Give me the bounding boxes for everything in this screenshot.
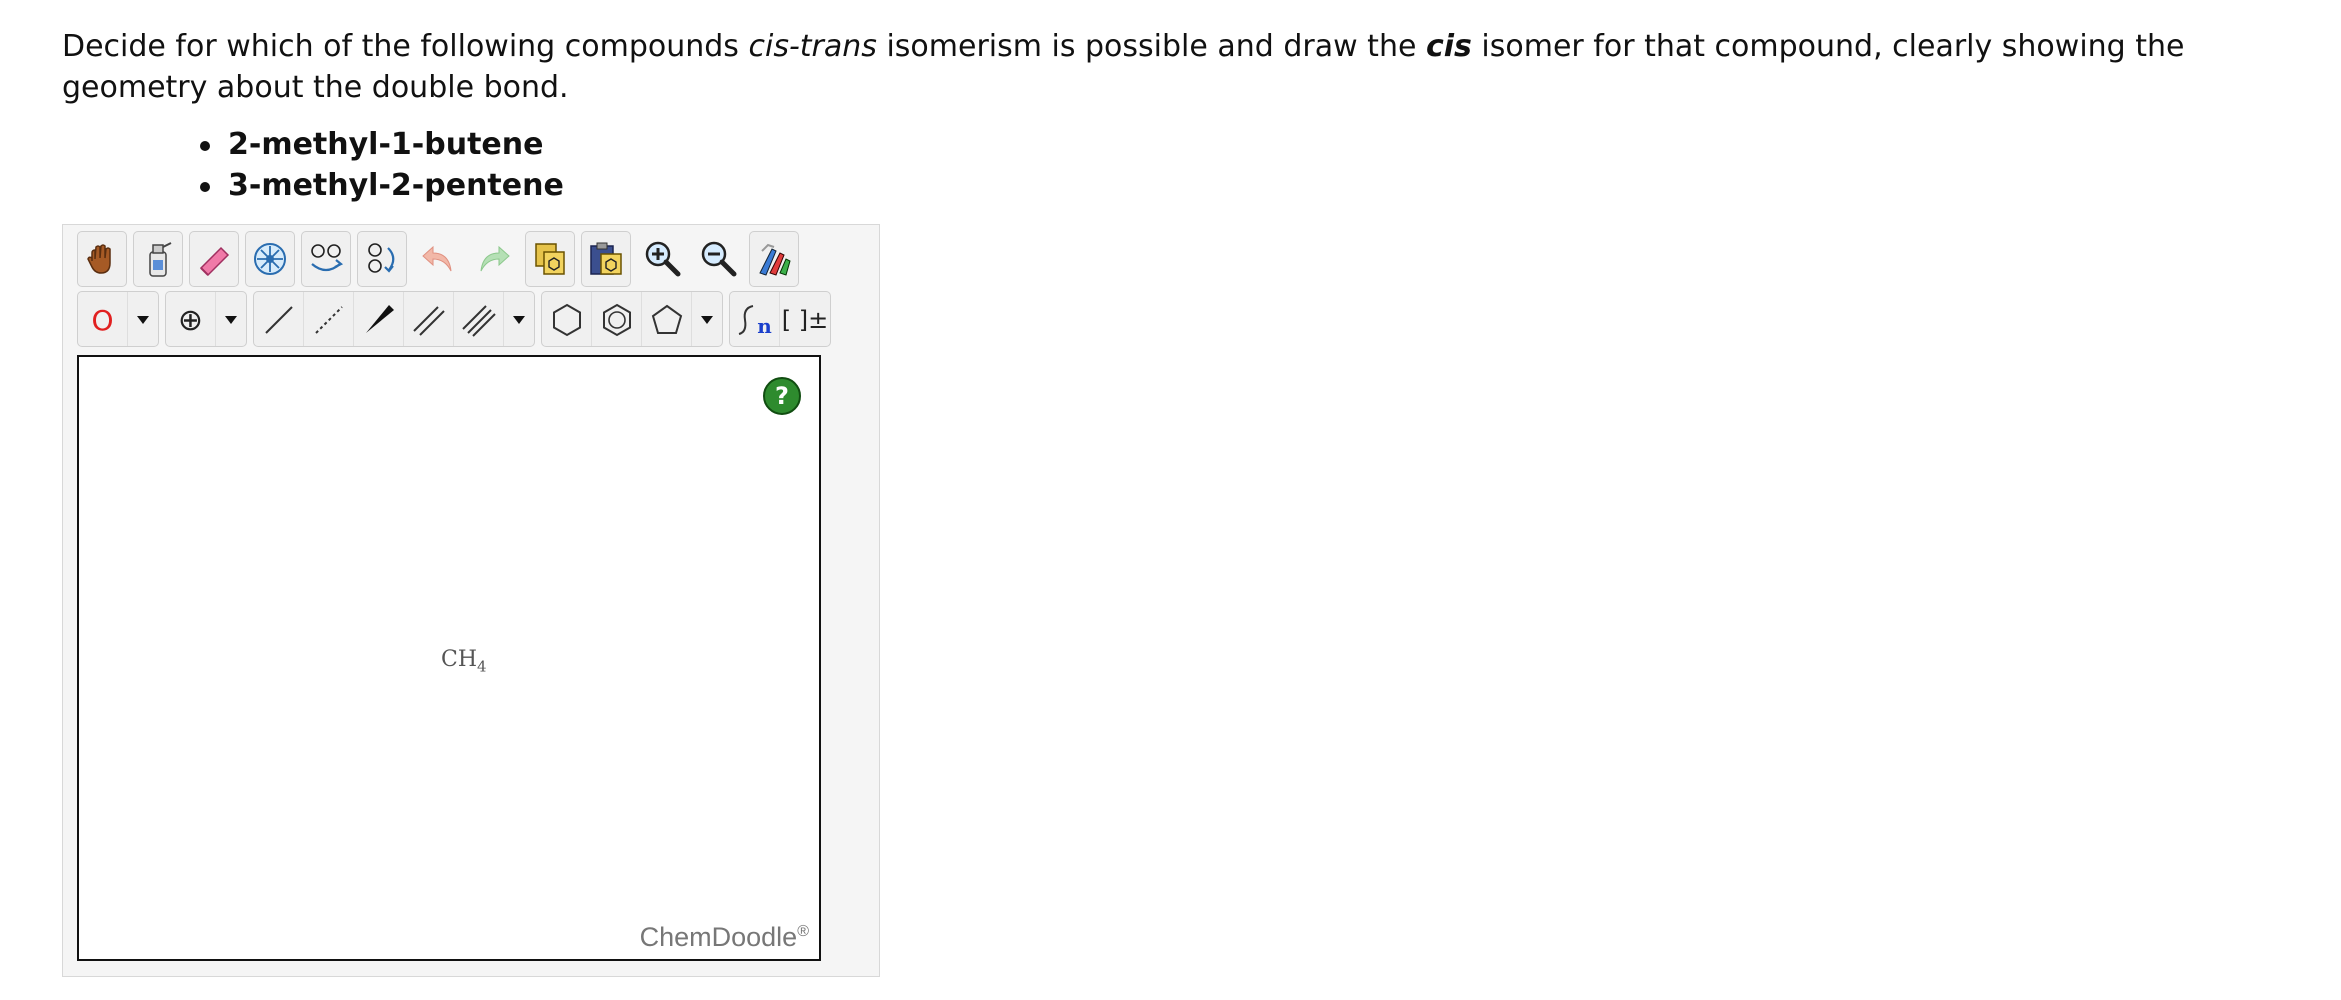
chevron-down-icon xyxy=(701,316,713,324)
hexagon-ring-icon xyxy=(552,303,581,337)
molecule-label[interactable]: CH4 xyxy=(441,647,487,675)
triple-bond-icon xyxy=(461,305,496,337)
cyclohexane-button[interactable] xyxy=(542,292,592,346)
help-button[interactable]: ? xyxy=(763,377,801,415)
list-item: 2-methyl-1-butene xyxy=(190,124,564,165)
triple-bond-button[interactable] xyxy=(454,292,504,346)
charge-icon: ⊕ xyxy=(177,302,204,338)
molecule-formula: CH xyxy=(441,647,478,672)
redo-button[interactable] xyxy=(469,231,519,287)
paste-icon xyxy=(590,242,622,275)
clean-icon xyxy=(759,243,791,276)
cyclopentane-button[interactable] xyxy=(642,292,692,346)
chevron-down-icon xyxy=(513,316,525,324)
atom-dropdown-button[interactable] xyxy=(128,292,158,346)
zoom-out-button[interactable] xyxy=(693,231,743,287)
wedge-bond-icon xyxy=(365,305,394,333)
zoom-in-icon xyxy=(645,241,681,277)
zoom-out-icon xyxy=(701,241,737,277)
bond-dropdown-button[interactable] xyxy=(504,292,534,346)
wedge-bond-button[interactable] xyxy=(354,292,404,346)
brand-text: ChemDoodle xyxy=(639,922,798,952)
repeat-unit-icon xyxy=(738,305,754,335)
flip-icon xyxy=(311,244,344,272)
dashed-bond-button[interactable] xyxy=(304,292,354,346)
atom-label: O xyxy=(91,303,114,337)
benzene-ring-icon xyxy=(602,303,631,337)
eraser-icon xyxy=(199,246,230,277)
drawing-canvas[interactable]: ? CH4 ChemDoodle® xyxy=(77,355,821,961)
copy-icon xyxy=(535,243,565,275)
chemdoodle-brand: ChemDoodle® xyxy=(640,922,809,953)
repeat-unit-button[interactable]: n xyxy=(730,292,780,346)
bracket-charge-icon: [ ]± xyxy=(781,306,829,334)
copy-button[interactable] xyxy=(525,231,575,287)
undo-icon xyxy=(422,245,452,272)
double-bond-button[interactable] xyxy=(404,292,454,346)
atom-button[interactable]: O xyxy=(78,292,128,346)
repeat-unit-label: n xyxy=(757,314,772,338)
question-part-2: isomerism is possible and draw the xyxy=(876,29,1426,64)
question-mark-icon: ? xyxy=(775,382,789,410)
zoom-in-button[interactable] xyxy=(637,231,687,287)
dashed-bond-icon xyxy=(314,306,343,334)
bracket-button[interactable]: [ ]± xyxy=(780,292,830,346)
undo-button[interactable] xyxy=(413,231,463,287)
question-cis-trans: cis-trans xyxy=(748,29,877,64)
paste-button[interactable] xyxy=(581,231,631,287)
toolbar-row-1 xyxy=(77,231,799,291)
atom-tool-group: O xyxy=(77,291,159,347)
ring-dropdown-button[interactable] xyxy=(692,292,722,346)
charge-dropdown-button[interactable] xyxy=(216,292,246,346)
registered-mark: ® xyxy=(797,923,809,940)
rotate-button[interactable] xyxy=(357,231,407,287)
chemdoodle-sketcher: O ⊕ n []± ? CH4 ChemDoodle® xyxy=(62,224,880,977)
single-bond-icon xyxy=(264,306,293,334)
redo-icon xyxy=(480,245,510,272)
question-cis: cis xyxy=(1425,29,1472,64)
pentagon-ring-icon xyxy=(651,304,682,334)
clear-bottle-icon xyxy=(149,242,172,277)
ring-tool-group xyxy=(541,291,723,347)
molecule-subscript: 4 xyxy=(477,657,487,676)
clear-button[interactable] xyxy=(133,231,183,287)
list-item: 3-methyl-2-pentene xyxy=(190,165,564,206)
toolbar-row-2: O ⊕ n []± xyxy=(77,291,831,351)
eraser-button[interactable] xyxy=(189,231,239,287)
compound-list: 2-methyl-1-butene 3-methyl-2-pentene xyxy=(190,124,564,206)
flip-button[interactable] xyxy=(301,231,351,287)
sgroup-tool-group: n [ ]± xyxy=(729,291,831,347)
pan-button[interactable] xyxy=(77,231,127,287)
charge-tool-group: ⊕ xyxy=(165,291,247,347)
chevron-down-icon xyxy=(225,316,237,324)
benzene-button[interactable] xyxy=(592,292,642,346)
bond-tool-group xyxy=(253,291,535,347)
clean-button[interactable] xyxy=(749,231,799,287)
question-part-1: Decide for which of the following compou… xyxy=(62,29,749,64)
double-bond-icon xyxy=(412,306,445,336)
center-button[interactable] xyxy=(245,231,295,287)
rotate-icon xyxy=(368,243,395,273)
pan-hand-icon xyxy=(87,244,111,274)
single-bond-button[interactable] xyxy=(254,292,304,346)
center-icon xyxy=(254,243,286,275)
charge-button[interactable]: ⊕ xyxy=(166,292,216,346)
question-text: Decide for which of the following compou… xyxy=(62,26,2332,108)
chevron-down-icon xyxy=(137,316,149,324)
